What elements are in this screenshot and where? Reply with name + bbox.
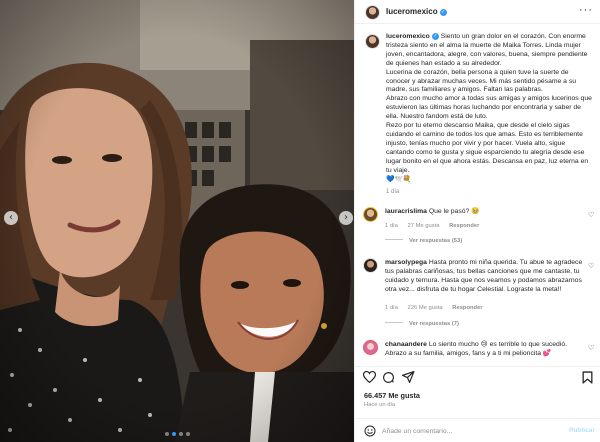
comment-username[interactable]: lauracrislima	[385, 208, 427, 215]
comment-meta: 1 día 226 Me gusta Responder	[385, 305, 491, 311]
caption-username[interactable]: luceromexico	[386, 33, 430, 40]
caption-timestamp: 1 día	[386, 189, 400, 195]
avatar[interactable]	[363, 258, 378, 273]
comment-likes[interactable]: 226 Me gusta	[408, 305, 443, 311]
comment-time: 1 día	[385, 305, 398, 311]
heart-icon[interactable]	[363, 371, 376, 383]
avatar[interactable]	[365, 5, 380, 20]
caption-paragraph-4: Rezo por tu eterno descanso Maika, que d…	[386, 122, 589, 174]
comment-like-heart-icon[interactable]: ♡	[588, 344, 594, 352]
post-side-panel: luceromexico ✓ ··· luceromexico ✓ Siento u…	[354, 0, 600, 442]
caption-paragraph-2: Lucerina de corazón, bella persona a qui…	[386, 68, 577, 94]
carousel-dots	[0, 432, 354, 436]
instagram-post-view: ‹ › luceromexico ✓ ··· luceromexico ✓ Sien…	[0, 0, 600, 442]
comment-text: lauracrislima Que le pasó? 🥹	[385, 208, 480, 215]
carousel-dot	[178, 432, 183, 436]
comment-meta: 1 día 27 Me gusta Responder	[385, 223, 487, 229]
comment-reply-button[interactable]: Responder	[452, 305, 482, 311]
chevron-right-icon[interactable]: ›	[339, 211, 353, 225]
comment-text: marsolypega Hasta pronto mi niña querida…	[385, 259, 583, 293]
comment-likes[interactable]: 27 Me gusta	[408, 223, 440, 229]
comment-like-heart-icon[interactable]: ♡	[588, 211, 594, 219]
caption-paragraph-3: Abrazo con mucho amor a todas sus amigas…	[386, 95, 592, 121]
chevron-left-icon[interactable]: ‹	[4, 211, 18, 225]
emoji-smile-icon[interactable]	[364, 424, 376, 442]
view-replies-button[interactable]: Ver respuestas (7)	[385, 321, 459, 327]
comment-reply-button[interactable]: Responder	[449, 223, 479, 229]
post-timestamp: Hace un día	[364, 402, 396, 408]
post-photo[interactable]: ‹ ›	[0, 0, 354, 442]
comment-like-heart-icon[interactable]: ♡	[588, 262, 594, 270]
send-icon[interactable]	[402, 371, 415, 383]
more-horizontal-icon[interactable]: ···	[579, 4, 593, 16]
carousel-dot-active	[171, 432, 176, 436]
post-username[interactable]: luceromexico ✓	[386, 7, 447, 16]
publish-button[interactable]: Publicar	[569, 427, 595, 434]
comment-text: chanaandere Lo siento mucho 😢 es terribl…	[385, 341, 568, 357]
carousel-dot	[185, 432, 190, 436]
selfie-photo-image	[0, 0, 354, 442]
avatar[interactable]	[363, 340, 378, 355]
comment-time: 1 día	[385, 223, 398, 229]
caption-avatar[interactable]	[365, 34, 380, 49]
comment-username[interactable]: chanaandere	[385, 341, 427, 348]
add-comment-row: Publicar	[355, 418, 600, 442]
avatar[interactable]	[363, 207, 378, 222]
post-caption: luceromexico ✓ Siento un gran dolor en el…	[386, 33, 593, 184]
caption-emojis: 💙🕊️💐	[386, 175, 412, 183]
bookmark-icon[interactable]	[582, 371, 593, 384]
view-replies-button[interactable]: Ver respuestas (53)	[385, 238, 462, 244]
post-action-bar	[355, 366, 600, 388]
post-header: luceromexico ✓ ···	[355, 0, 600, 24]
carousel-dot	[164, 432, 169, 436]
comment-icon[interactable]	[382, 371, 395, 384]
likes-count[interactable]: 66.457 Me gusta	[364, 391, 420, 400]
verified-badge-icon: ✓	[431, 33, 439, 40]
add-comment-input[interactable]	[382, 425, 562, 437]
verified-badge-icon: ✓	[439, 9, 447, 16]
comment-username[interactable]: marsolypega	[385, 259, 427, 266]
